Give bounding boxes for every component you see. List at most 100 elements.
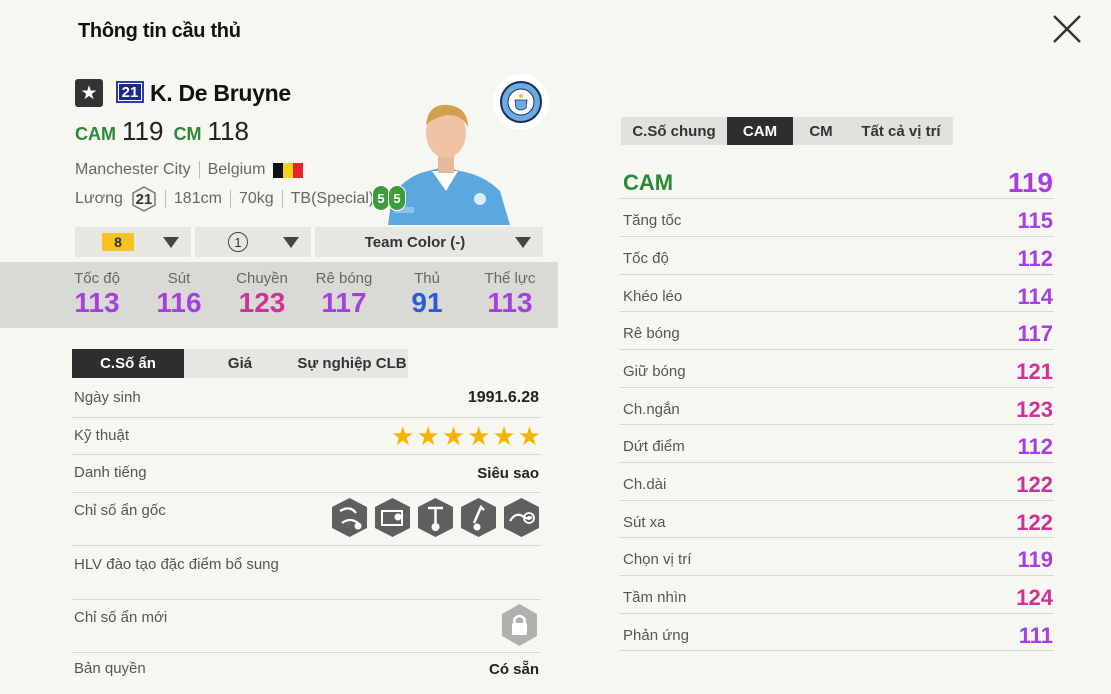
detail-label: Chỉ số ẩn gốc: [74, 502, 166, 519]
detail-label: Bản quyền: [74, 660, 146, 677]
stat-value: 116: [156, 287, 202, 318]
divider: [198, 161, 200, 179]
detail-value: Siêu sao: [477, 465, 539, 482]
team-level-value: 1: [228, 232, 248, 252]
stat-label: Tốc độ: [623, 250, 669, 267]
long-shot-trait-icon[interactable]: [373, 497, 412, 538]
nation-name: Belgium: [207, 161, 266, 178]
stat-label: Giữ bóng: [623, 363, 686, 380]
curl-trait-icon[interactable]: [330, 497, 369, 538]
stat-row: Ch.ngắn 123: [619, 388, 1054, 425]
tab-general-stats[interactable]: C.Số chung: [621, 117, 727, 145]
detail-label: Danh tiếng: [74, 464, 147, 481]
tab-club-career[interactable]: Sự nghiệp CLB: [296, 349, 408, 378]
stat-row: Tầm nhìn 124: [619, 576, 1054, 614]
star-icon: ★: [391, 421, 415, 451]
star-icon: ★: [441, 421, 466, 451]
detail-row-skill: Kỹ thuật ★ ★ ★ ★ ★ ★: [72, 418, 541, 455]
stat-value: 111: [1018, 623, 1053, 648]
chevron-down-icon: [283, 237, 299, 248]
stat-label: Sút: [167, 270, 191, 287]
salary-label: Lương: [75, 190, 123, 207]
stat-label: Tăng tốc: [623, 212, 682, 229]
summary-stats-bar: Tốc độ 113 Sút 116 Chuyền 123 Rê bóng 11…: [0, 262, 558, 328]
stat-label: Rê bóng: [315, 270, 373, 287]
detail-label: Kỹ thuật: [74, 427, 130, 444]
season-badge: 21: [116, 81, 144, 103]
stat-value: 113: [74, 287, 120, 318]
stat-row: Tăng tốc 115: [619, 199, 1054, 237]
upgrade-level-select[interactable]: 8: [75, 227, 191, 257]
summary-stat: Tốc độ 113: [57, 270, 137, 319]
divider: [229, 190, 231, 208]
stat-value: 91: [411, 287, 443, 318]
stat-row: CAM 119: [619, 164, 1054, 199]
trait-icons: [330, 497, 541, 538]
weight: 70kg: [238, 190, 274, 207]
summary-stat: Rê bóng 117: [304, 270, 384, 319]
detail-row-new-traits: Chỉ số ẩn mới: [72, 600, 541, 653]
stat-value: 114: [1017, 284, 1054, 309]
detail-label: HLV đào tạo đặc điểm bổ sung: [74, 556, 279, 573]
lock-icon[interactable]: [500, 603, 539, 647]
summary-stat: Thể lực 113: [470, 270, 550, 319]
manchester-city-crest-icon: [493, 74, 549, 130]
stat-label: Khéo léo: [623, 288, 683, 305]
divider: [281, 190, 283, 208]
club-nation-row: Manchester City Belgium: [75, 161, 304, 179]
tab-hidden-stats[interactable]: C.Số ẩn: [72, 349, 184, 378]
upgrade-level-value: 8: [102, 233, 134, 251]
position-rating: 118: [207, 116, 249, 146]
star-icon: ★: [517, 421, 541, 451]
tab-price[interactable]: Giá: [184, 349, 296, 378]
stat-value: 119: [1007, 167, 1053, 198]
stat-row: Khéo léo 114: [619, 275, 1054, 312]
salary-value: 21: [135, 190, 153, 208]
stat-value: 122: [1016, 472, 1053, 497]
star-icon: ★: [416, 421, 440, 451]
detail-label: Ngày sinh: [74, 389, 141, 406]
tab-cm[interactable]: CM: [793, 117, 849, 145]
stat-value: 112: [1017, 246, 1054, 271]
detail-row-fame: Danh tiếng Siêu sao: [72, 455, 541, 493]
detail-row-license: Bản quyền Có sẵn: [72, 653, 541, 693]
power-shot-trait-icon[interactable]: [416, 497, 455, 538]
height: 181cm: [173, 190, 222, 207]
outside-foot-trait-icon[interactable]: [502, 497, 541, 538]
skill-badges: 5 5: [372, 185, 408, 213]
team-color-select[interactable]: Team Color (-): [315, 227, 543, 257]
stat-value: 123: [238, 287, 286, 318]
stat-label: Thủ: [414, 270, 440, 287]
tab-cam[interactable]: CAM: [727, 117, 793, 145]
skill-stars: ★ ★ ★ ★ ★ ★: [391, 423, 541, 449]
stat-row: Ch.dài 122: [619, 463, 1054, 501]
detail-value: Có sẵn: [488, 661, 539, 678]
summary-stat: Thủ 91: [387, 270, 467, 319]
stat-label: Sút xa: [623, 514, 666, 531]
stat-value: 119: [1017, 547, 1054, 572]
team-level-select[interactable]: 1: [195, 227, 311, 257]
divider: [164, 190, 166, 208]
tab-all-positions[interactable]: Tất cả vị trí: [849, 117, 953, 145]
stat-label: Ch.ngắn: [623, 401, 680, 418]
playmaker-trait-icon[interactable]: [459, 497, 498, 538]
stat-label: Ch.dài: [623, 476, 667, 493]
detail-row-birth: Ngày sinh 1991.6.28: [72, 380, 541, 418]
player-info-row: Lương 21 181cm 70kg TB(Special): [75, 186, 374, 212]
stat-label: Chọn vị trí: [623, 551, 692, 568]
team-color-value: Team Color (-): [364, 233, 466, 251]
stat-value: 123: [1016, 397, 1053, 422]
stat-value: 122: [1016, 510, 1053, 535]
stat-label: Chuyền: [236, 270, 288, 287]
position-label: CM: [173, 124, 202, 144]
star-icon: ★: [492, 421, 516, 451]
star-icon: ★: [467, 421, 491, 451]
season-number: 21: [119, 84, 141, 101]
stat-row: Phản ứng 111: [619, 614, 1054, 651]
chevron-down-icon: [163, 237, 179, 248]
page-title: Thông tin cầu thủ: [78, 20, 241, 42]
stat-value: 112: [1017, 434, 1054, 459]
stat-row: Dứt điểm 112: [619, 425, 1054, 463]
close-icon[interactable]: [1050, 12, 1084, 46]
stat-row: Tốc độ 112: [619, 237, 1054, 275]
